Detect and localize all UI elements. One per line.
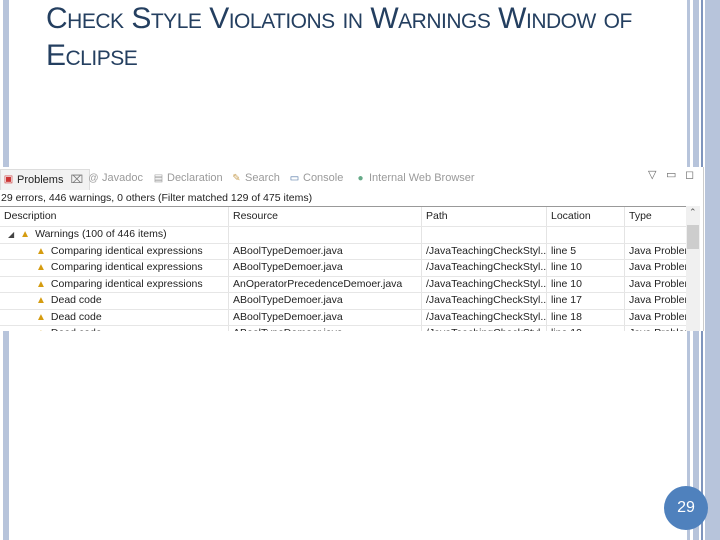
resource-cell: ABoolTypeDemoer.java: [229, 326, 422, 331]
tab-declaration[interactable]: ▤ Declaration: [153, 172, 223, 184]
declaration-icon: ▤: [153, 172, 164, 184]
type-cell: Java Problem: [629, 261, 686, 273]
scrollbar-thumb[interactable]: [687, 225, 699, 249]
column-header-location[interactable]: Location: [547, 207, 625, 226]
warning-icon: ▲: [36, 245, 46, 257]
search-icon: ✎: [232, 172, 241, 184]
type-cell: Java Problem: [629, 244, 686, 257]
resource-cell: ABoolTypeDemoer.java: [229, 293, 422, 309]
tab-label: Declaration: [167, 172, 223, 184]
type-cell: Java Problem: [629, 277, 686, 290]
description-cell: Dead code: [50, 294, 102, 306]
type-cell: Java Problem: [629, 294, 686, 306]
eclipse-problems-view: ▣ Problems ⌧ @ Javadoc ▤ Declaration ✎ S…: [0, 167, 704, 331]
scroll-up-icon[interactable]: ⌃: [689, 207, 697, 218]
right-decor-stripe: [705, 0, 720, 540]
description-cell: Dead code: [50, 310, 102, 323]
tab-search[interactable]: ✎ Search: [231, 172, 280, 184]
dead-code-warning-icon: ▲: [36, 328, 46, 331]
view-menu-icon[interactable]: ▽: [648, 168, 656, 181]
resource-cell: ABoolTypeDemoer.java: [229, 260, 422, 276]
tab-label: Problems: [17, 173, 64, 186]
warnings-group-row[interactable]: ◢ ▲ Warnings (100 of 446 items): [0, 227, 686, 244]
vertical-scrollbar[interactable]: ⌃: [686, 206, 700, 331]
tab-label: Internal Web Browser: [369, 172, 475, 184]
tab-label: Search: [245, 172, 280, 184]
table-row[interactable]: ▲ Dead code ABoolTypeDemoer.java /JavaTea…: [0, 309, 686, 326]
resource-cell: AnOperatorPrecedenceDemoer.java: [229, 276, 422, 292]
close-icon[interactable]: ⌧: [70, 173, 83, 186]
tab-problems[interactable]: ▣ Problems ⌧: [0, 169, 91, 190]
table-header: Description Resource Path Location Type: [0, 207, 686, 227]
type-cell: Java Problem: [629, 310, 686, 323]
warning-icon: ▲: [36, 278, 46, 290]
view-tabs: ▣ Problems ⌧ @ Javadoc ▤ Declaration ✎ S…: [0, 167, 703, 191]
console-icon: ▭: [289, 172, 300, 184]
path-cell: /JavaTeachingCheckStyl...: [422, 276, 547, 292]
location-cell: line 19: [547, 326, 625, 331]
resource-cell: ABoolTypeDemoer.java: [229, 309, 422, 325]
path-cell: /JavaTeachingCheckStyl...: [422, 293, 547, 309]
description-cell: Comparing identical expressions: [50, 261, 203, 273]
maximize-icon[interactable]: ◻: [685, 168, 694, 181]
tab-internal-web-browser[interactable]: ● Internal Web Browser: [355, 172, 475, 184]
path-cell: /JavaTeachingCheckStyl...: [422, 243, 547, 259]
location-cell: line 5: [547, 243, 625, 259]
dead-code-warning-icon: ▲: [36, 311, 46, 323]
slide-title: Check Style Violations in Warnings Windo…: [46, 2, 632, 72]
table-row[interactable]: ▲ Comparing identical expressions ABoolTy…: [0, 243, 686, 260]
problems-summary: 29 errors, 446 warnings, 0 others (Filte…: [1, 192, 313, 204]
minimize-icon[interactable]: ▭: [666, 168, 676, 181]
type-cell: Java Problem: [625, 326, 686, 331]
description-cell: Dead code: [51, 327, 102, 331]
resource-cell: ABoolTypeDemoer.java: [229, 243, 422, 259]
table-row[interactable]: ▲ Dead code ABoolTypeDemoer.java /JavaTea…: [0, 293, 686, 310]
warning-icon: ▲: [20, 229, 31, 240]
collapse-triangle-icon[interactable]: ◢: [8, 230, 14, 239]
at-icon: @: [88, 172, 99, 184]
path-cell: /JavaTeachingCheckStyl...: [422, 309, 547, 325]
globe-icon: ●: [357, 172, 364, 184]
tab-console[interactable]: ▭ Console: [289, 172, 344, 184]
column-header-type[interactable]: Type: [625, 207, 686, 226]
location-cell: line 10: [547, 276, 625, 292]
path-cell: /JavaTeachingCheckStyl...: [422, 260, 547, 276]
column-header-resource[interactable]: Resource: [229, 207, 422, 226]
description-cell: Comparing identical expressions: [50, 244, 203, 257]
problems-icon: ▣: [3, 174, 14, 185]
tab-label: Javadoc: [102, 172, 143, 184]
tab-label: Console: [303, 172, 344, 184]
table-row[interactable]: ▲ Dead code ABoolTypeDemoer.java /JavaTea…: [0, 326, 686, 331]
group-label: Warnings (100 of 446 items): [35, 228, 167, 240]
warning-icon: ▲: [36, 262, 46, 273]
column-header-path[interactable]: Path: [422, 207, 547, 226]
tab-javadoc[interactable]: @ Javadoc: [88, 172, 143, 184]
location-cell: line 18: [547, 309, 625, 325]
page-number: 29: [664, 486, 708, 530]
description-cell: Comparing identical expressions: [50, 277, 203, 290]
location-cell: line 17: [547, 293, 625, 309]
dead-code-warning-icon: ▲: [36, 295, 46, 306]
column-header-description[interactable]: Description: [0, 207, 229, 226]
problems-table: Description Resource Path Location Type …: [0, 206, 686, 331]
table-row[interactable]: ▲ Comparing identical expressions AnOpera…: [0, 276, 686, 293]
table-row[interactable]: ▲ Comparing identical expressions ABoolTy…: [0, 260, 686, 277]
location-cell: line 10: [547, 260, 625, 276]
path-cell: /JavaTeachingCheckStyl...: [422, 326, 547, 331]
